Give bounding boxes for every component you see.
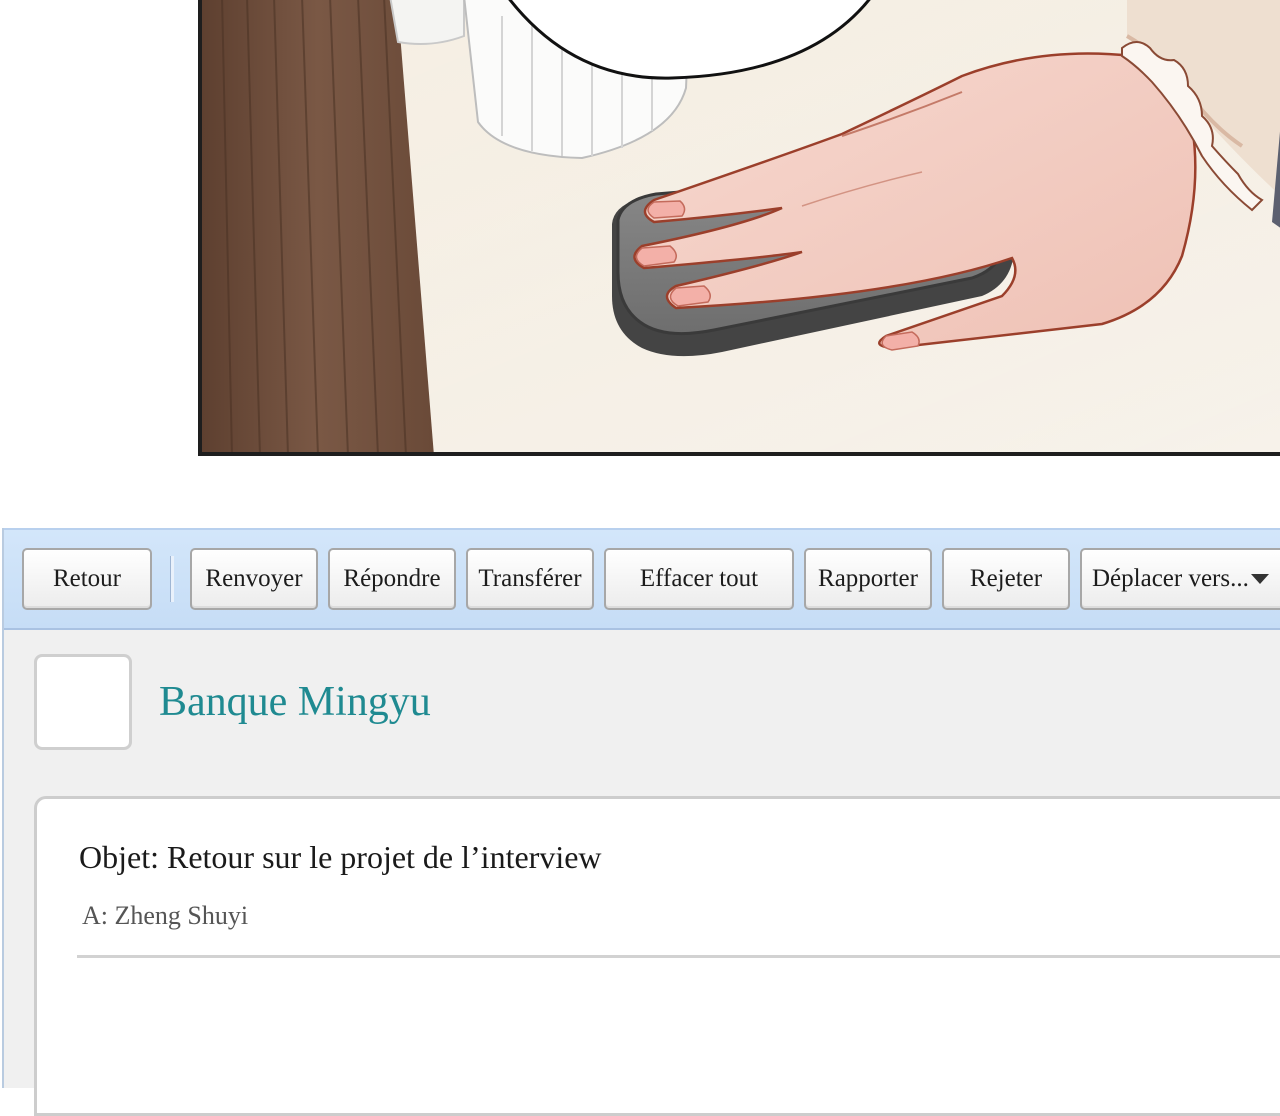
move-to-label: Déplacer vers... — [1092, 565, 1249, 592]
message-subject: Objet: Retour sur le projet de l’intervi… — [79, 839, 602, 875]
chevron-down-icon — [1250, 574, 1269, 584]
sender-avatar — [34, 654, 132, 750]
reject-button[interactable]: Rejeter — [942, 548, 1070, 610]
move-to-dropdown[interactable]: Déplacer vers... — [1080, 548, 1280, 610]
email-toolbar: Retour Renvoyer Répondre Transférer Effa… — [4, 528, 1280, 630]
message-card: Objet: Retour sur le projet de l’intervi… — [34, 796, 1280, 1116]
sender-name: Banque Mingyu — [159, 679, 431, 725]
reply-button[interactable]: Répondre — [328, 548, 456, 610]
forward-button[interactable]: Transférer — [466, 548, 594, 610]
resend-button[interactable]: Renvoyer — [190, 548, 318, 610]
comic-illustration-panel — [198, 0, 1280, 456]
email-client-window: Retour Renvoyer Répondre Transférer Effa… — [2, 528, 1280, 1116]
toolbar-separator — [170, 556, 174, 602]
message-recipient: A: Zheng Shuyi — [82, 901, 249, 930]
report-button[interactable]: Rapporter — [804, 548, 932, 610]
back-button[interactable]: Retour — [22, 548, 152, 610]
clear-all-button[interactable]: Effacer tout — [604, 548, 794, 610]
header-divider — [77, 955, 1280, 958]
hand-on-mouse-illustration — [202, 0, 1280, 452]
